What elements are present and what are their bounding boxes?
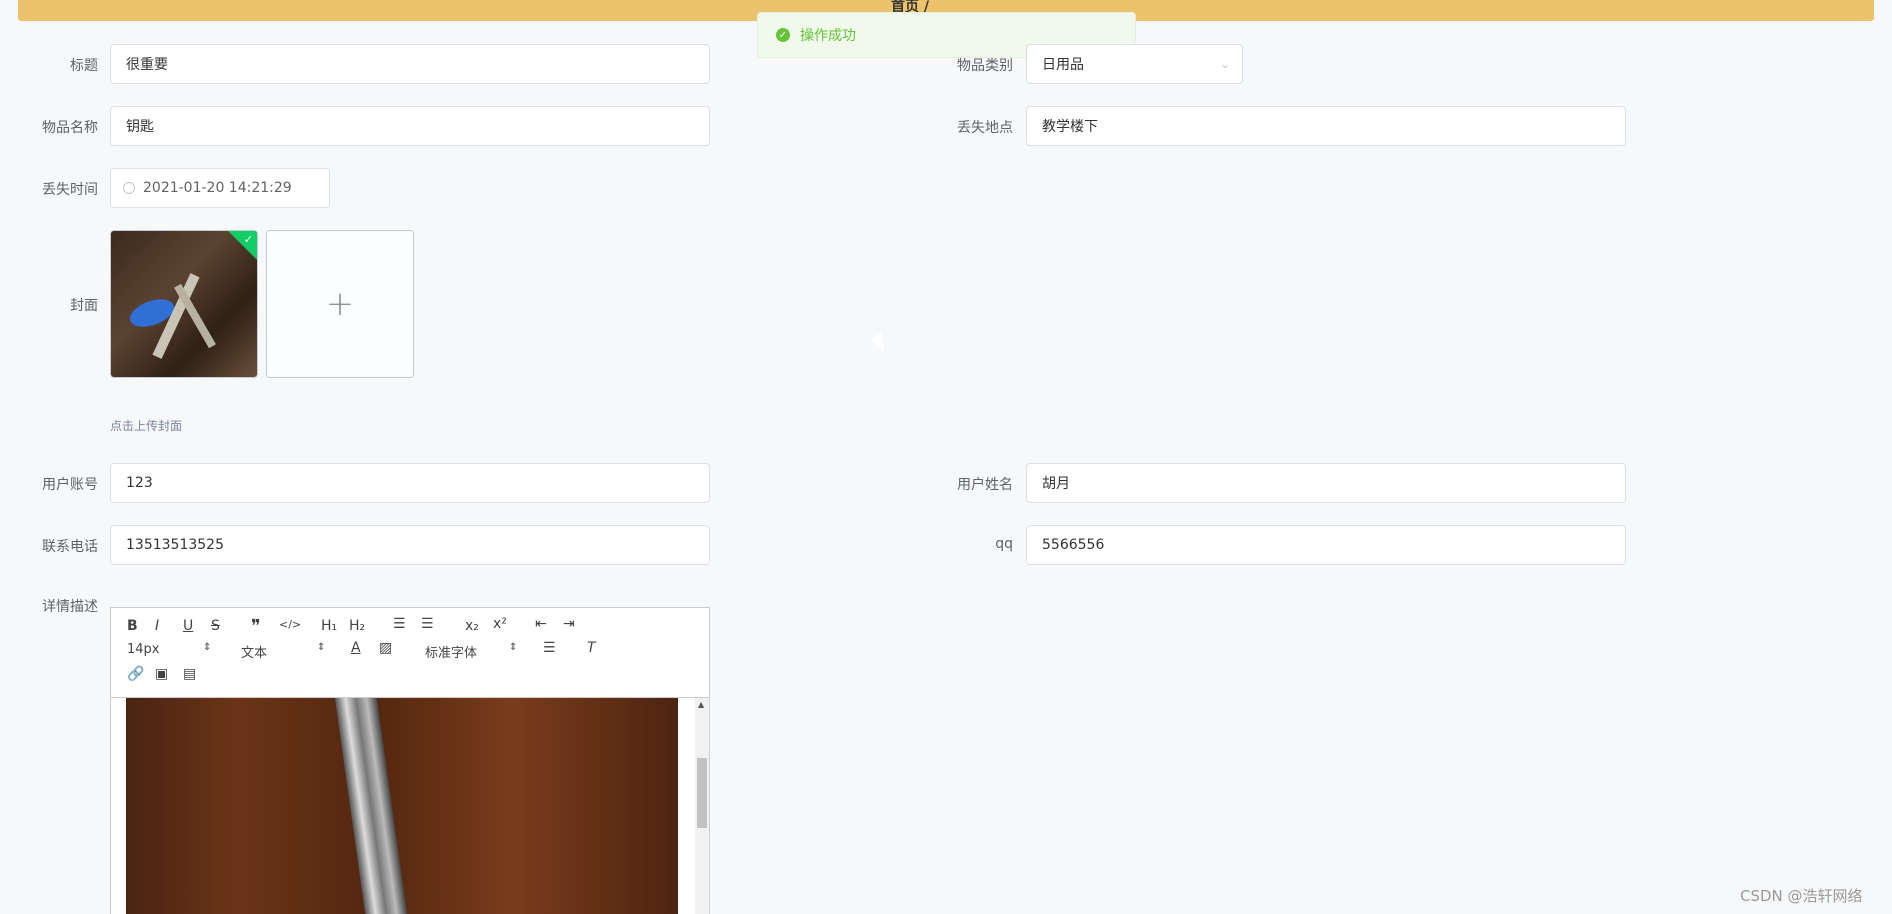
font-size-select[interactable]: 14px: [127, 642, 160, 657]
title-label: 标题: [70, 58, 98, 74]
font-color-icon[interactable]: A: [351, 640, 361, 656]
code-icon[interactable]: </>: [279, 618, 301, 631]
strike-button[interactable]: S: [211, 618, 220, 634]
phone-label: 联系电话: [42, 539, 98, 555]
bold-button[interactable]: B: [127, 618, 138, 634]
user-name-value: 胡月: [1042, 476, 1070, 492]
key-shape: [334, 698, 410, 914]
item-name-label: 物品名称: [42, 120, 98, 136]
image-icon[interactable]: ▣: [155, 666, 168, 682]
title-input[interactable]: 很重要: [110, 44, 710, 84]
clock-icon: [123, 182, 135, 194]
quote-icon[interactable]: ❞: [251, 616, 261, 637]
lost-place-input[interactable]: 教学楼下: [1026, 106, 1626, 146]
lost-time-picker[interactable]: 2021-01-20 14:21:29: [110, 168, 330, 208]
font-family-select[interactable]: 标准字体: [425, 642, 477, 661]
h1-button[interactable]: H₁: [321, 618, 337, 634]
upload-cover-button[interactable]: +: [266, 230, 414, 378]
lost-time-label: 丢失时间: [42, 182, 98, 198]
upload-hint: 点击上传封面: [110, 419, 183, 433]
category-select[interactable]: 日用品 ⌄: [1026, 44, 1243, 84]
phone-input[interactable]: 13513513525: [110, 525, 710, 565]
user-name-label: 用户姓名: [957, 477, 1013, 493]
toast-message: 操作成功: [800, 28, 856, 44]
user-account-label: 用户账号: [42, 477, 98, 493]
lost-time-value: 2021-01-20 14:21:29: [143, 180, 292, 196]
video-icon[interactable]: ▤: [183, 666, 196, 682]
editor-toolbar: B I U S ❞ </> H₁ H₂ ☰ ☰ x₂ x² ⇤ ⇥ 14px ⇕…: [111, 608, 709, 698]
h2-button[interactable]: H₂: [349, 618, 365, 634]
underline-button[interactable]: U: [183, 618, 193, 634]
plus-icon: +: [325, 284, 355, 324]
ordered-list-icon[interactable]: ☰: [393, 616, 406, 632]
lost-place-label: 丢失地点: [957, 120, 1013, 136]
outdent-icon[interactable]: ⇤: [535, 616, 547, 632]
editor-content[interactable]: ▲: [111, 698, 709, 914]
scroll-thumb[interactable]: [697, 758, 707, 828]
italic-button[interactable]: I: [155, 618, 159, 634]
link-icon[interactable]: 🔗: [127, 666, 144, 682]
item-name-input[interactable]: 钥匙: [110, 106, 710, 146]
cover-label: 封面: [70, 298, 98, 314]
check-icon: ✓: [243, 233, 253, 246]
font-size-arrows-icon: ⇕: [203, 642, 212, 653]
qq-value: 5566556: [1042, 537, 1105, 553]
description-label: 详情描述: [42, 599, 98, 615]
align-icon[interactable]: ☰: [543, 640, 556, 656]
cover-thumbnail[interactable]: ✓: [110, 230, 258, 378]
watermark: CSDN @浩轩网络: [1740, 887, 1863, 905]
item-name-value: 钥匙: [126, 119, 154, 135]
category-label: 物品类别: [957, 58, 1013, 74]
background-color-icon[interactable]: ▨: [379, 640, 392, 656]
lost-place-value: 教学楼下: [1042, 119, 1098, 135]
qq-label: qq: [995, 536, 1013, 552]
font-family-arrows-icon: ⇕: [509, 642, 518, 653]
user-account-input[interactable]: 123: [110, 463, 710, 503]
check-circle-icon: ✓: [776, 28, 790, 42]
indent-icon[interactable]: ⇥: [563, 616, 575, 632]
rich-text-editor[interactable]: B I U S ❞ </> H₁ H₂ ☰ ☰ x₂ x² ⇤ ⇥ 14px ⇕…: [110, 607, 710, 914]
user-name-input[interactable]: 胡月: [1026, 463, 1626, 503]
title-value: 很重要: [126, 57, 168, 73]
scroll-up-icon[interactable]: ▲: [698, 700, 704, 709]
qq-input[interactable]: 5566556: [1026, 525, 1626, 565]
phone-value: 13513513525: [126, 537, 224, 553]
chevron-down-icon: ⌄: [1219, 57, 1230, 71]
paragraph-select[interactable]: 文本: [241, 642, 267, 661]
subscript-button[interactable]: x₂: [465, 618, 479, 634]
bullet-list-icon[interactable]: ☰: [421, 616, 434, 632]
user-account-value: 123: [126, 475, 153, 491]
category-value: 日用品: [1042, 57, 1084, 73]
editor-scrollbar[interactable]: ▲: [695, 698, 709, 914]
mouse-cursor-icon: [869, 332, 891, 356]
superscript-button[interactable]: x²: [493, 616, 507, 632]
clear-format-icon[interactable]: T: [587, 640, 596, 656]
paragraph-arrows-icon: ⇕: [317, 642, 326, 653]
embedded-photo: [126, 698, 678, 914]
